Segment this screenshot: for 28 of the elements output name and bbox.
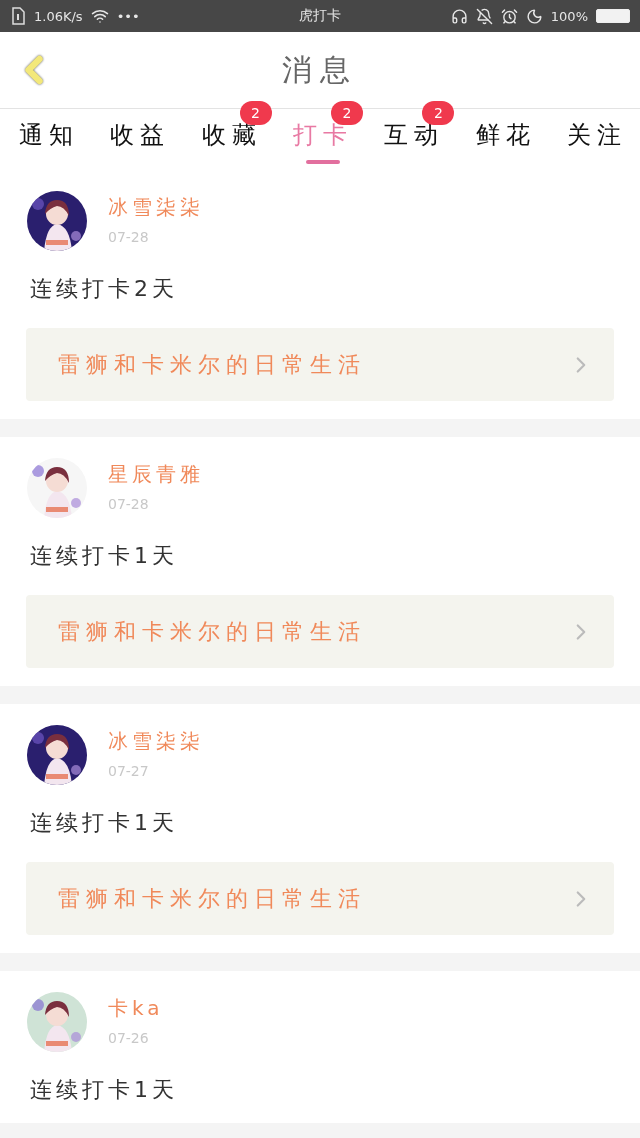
tab[interactable]: 关注: [561, 109, 628, 170]
alarm-clock-icon: [500, 7, 518, 25]
checkin-text: 连续打卡1天: [30, 809, 179, 837]
user-name[interactable]: 星辰青雅: [108, 461, 204, 488]
page-title: 消息: [282, 50, 358, 89]
tab[interactable]: 通知: [12, 109, 79, 170]
wifi-icon: [90, 7, 109, 25]
moon-icon: [525, 7, 543, 25]
sim-card-icon: [10, 7, 26, 25]
book-link[interactable]: 雷狮和卡米尔的日常生活: [26, 328, 614, 401]
tab[interactable]: 鲜花: [469, 109, 536, 170]
user-name[interactable]: 卡ka: [108, 995, 164, 1022]
checkin-text: 连续打卡1天: [30, 1076, 179, 1104]
book-link[interactable]: 雷狮和卡米尔的日常生活: [26, 862, 614, 935]
network-speed: 1.06K/s: [34, 8, 83, 24]
user-name[interactable]: 冰雪柒柒: [108, 194, 204, 221]
user-name[interactable]: 冰雪柒柒: [108, 728, 204, 755]
app-name: 虎打卡: [299, 7, 341, 25]
count-badge: 2: [422, 101, 455, 125]
headphones-icon: [450, 7, 468, 25]
more-indicator: •••: [116, 8, 140, 24]
bell-off-icon: [475, 7, 493, 25]
checkin-text: 连续打卡2天: [30, 275, 179, 303]
checkin-text: 连续打卡1天: [30, 542, 179, 570]
tab[interactable]: 收益: [104, 109, 171, 170]
battery-level: 100%: [550, 8, 588, 24]
battery-icon: [596, 9, 630, 23]
book-link[interactable]: 雷狮和卡米尔的日常生活: [26, 595, 614, 668]
